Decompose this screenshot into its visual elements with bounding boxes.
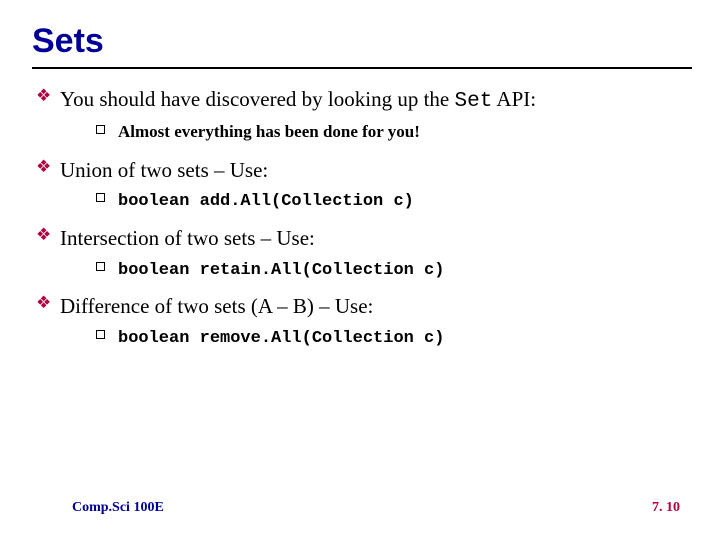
bullet-item: Intersection of two sets – Use: boolean … [36, 224, 688, 282]
bullet-text-pre: You should have discovered by looking up… [60, 87, 455, 111]
bullet-text-post: API: [492, 87, 536, 111]
sub-list: boolean remove.All(Collection c) [60, 325, 688, 351]
sub-list: boolean add.All(Collection c) [60, 188, 688, 214]
sub-text-pre: Almost everything has been done for you! [118, 122, 420, 141]
slide-title: Sets [32, 22, 688, 61]
bullet-item: You should have discovered by looking up… [36, 85, 688, 146]
sub-text-code: boolean retain.All(Collection c) [118, 261, 444, 280]
bullet-text-pre: Intersection of two sets – Use: [60, 226, 315, 250]
footer: Comp.Sci 100E 7. 10 [72, 500, 680, 516]
bullet-list: You should have discovered by looking up… [32, 85, 688, 351]
sub-list: boolean retain.All(Collection c) [60, 257, 688, 283]
bullet-text-pre: Difference of two sets (A – B) – Use: [60, 294, 373, 318]
sub-item: boolean remove.All(Collection c) [96, 325, 688, 351]
sub-item: boolean retain.All(Collection c) [96, 257, 688, 283]
bullet-text-code: Set [455, 90, 493, 113]
title-rule [32, 67, 692, 69]
sub-text-code: boolean add.All(Collection c) [118, 192, 414, 211]
bullet-item: Union of two sets – Use: boolean add.All… [36, 156, 688, 214]
sub-text-code: boolean remove.All(Collection c) [118, 329, 444, 348]
bullet-item: Difference of two sets (A – B) – Use: bo… [36, 292, 688, 350]
slide: Sets You should have discovered by looki… [0, 0, 720, 540]
sub-item: Almost everything has been done for you! [96, 120, 688, 146]
bullet-text-pre: Union of two sets – Use: [60, 158, 268, 182]
sub-item: boolean add.All(Collection c) [96, 188, 688, 214]
footer-left: Comp.Sci 100E [72, 500, 164, 516]
sub-list: Almost everything has been done for you! [60, 120, 688, 146]
footer-right: 7. 10 [652, 500, 680, 516]
